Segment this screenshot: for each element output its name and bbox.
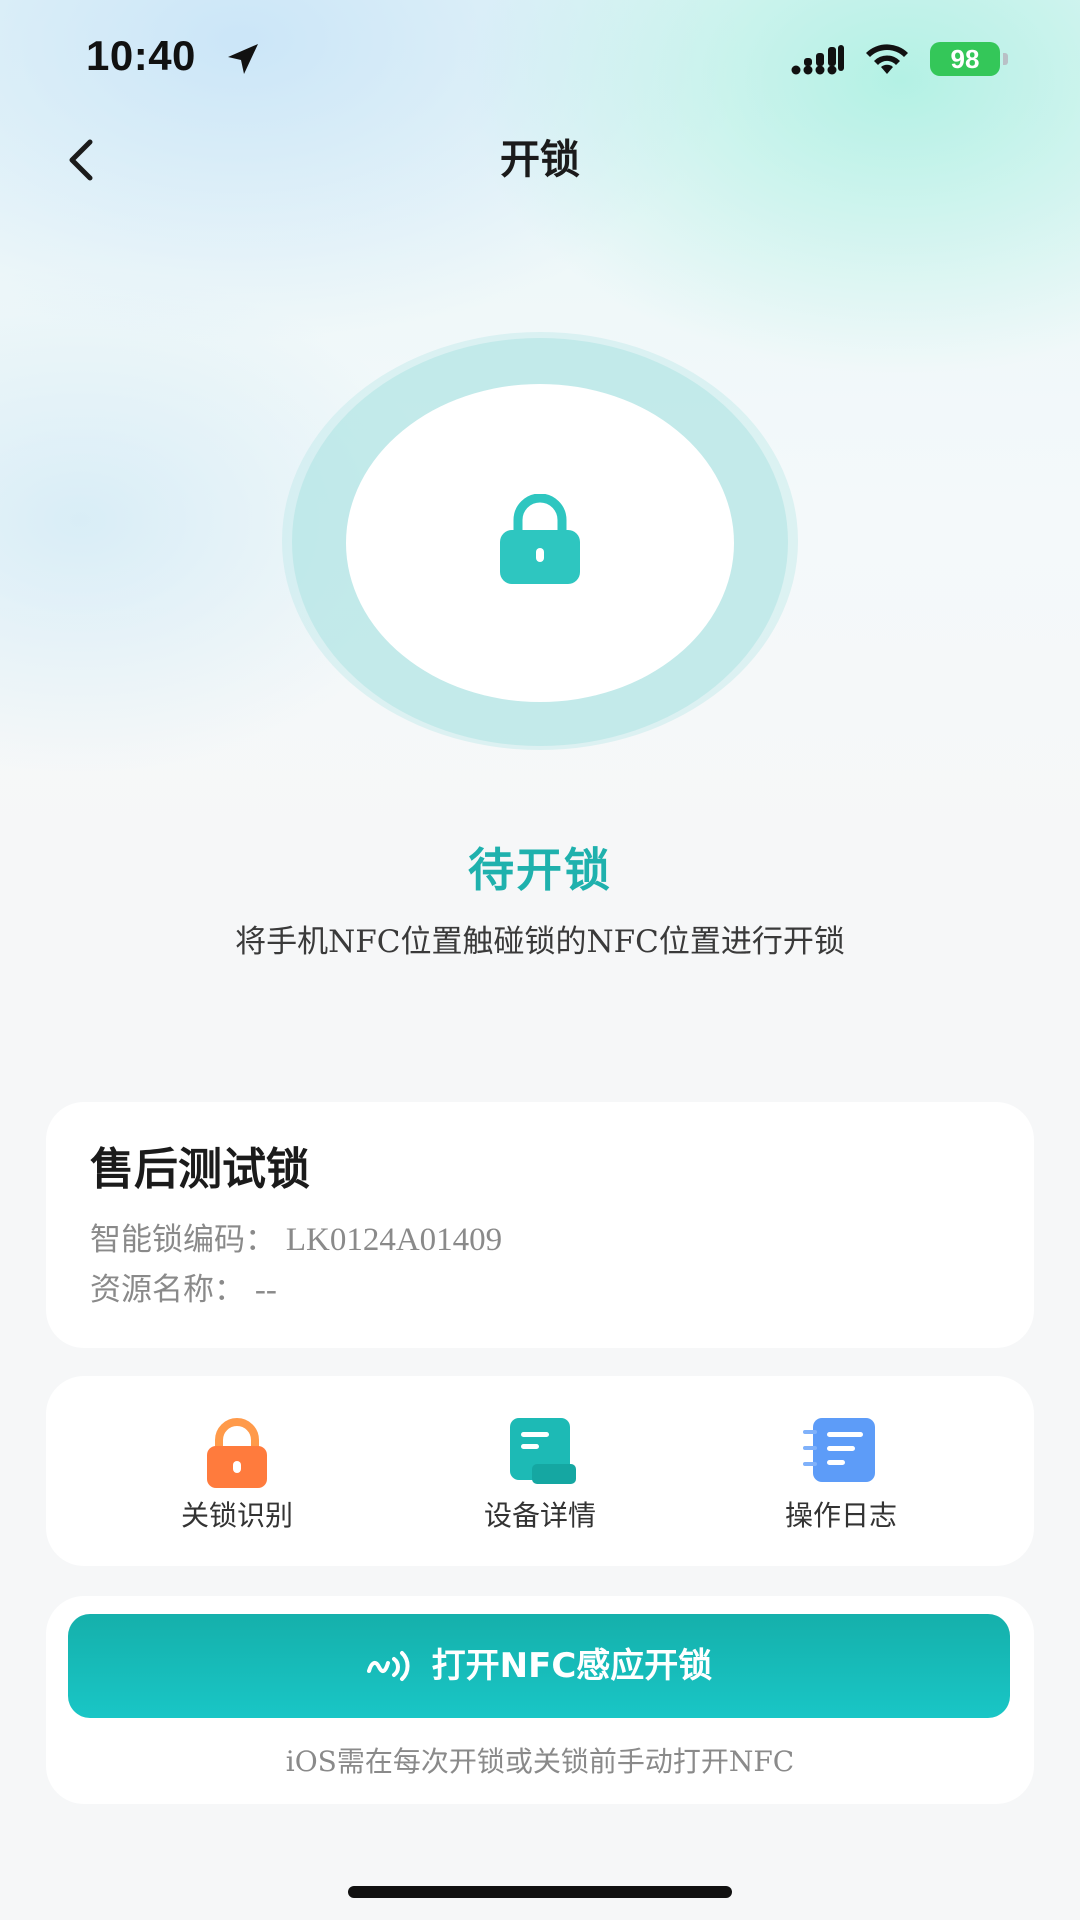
lock-code-row: 智能锁编码： LK0124A01409: [90, 1218, 502, 1262]
nfc-signal-icon: [366, 1651, 410, 1681]
nfc-card: 打开NFC感应开锁 iOS需在每次开锁或关锁前手动打开NFC: [46, 1596, 1034, 1804]
actions-card: 关锁识别 设备详情 操作日志: [46, 1376, 1034, 1566]
lock-name: 售后测试锁: [90, 1144, 310, 1195]
operation-log-button[interactable]: 操作日志: [721, 1416, 961, 1546]
device-details-icon: [510, 1418, 576, 1484]
resource-name-label: 资源名称：: [90, 1272, 245, 1308]
device-details-label: 设备详情: [483, 1499, 596, 1532]
device-details-button[interactable]: 设备详情: [420, 1416, 660, 1546]
home-indicator[interactable]: [348, 1886, 732, 1898]
battery-level: 98: [930, 42, 1000, 76]
lock-info-card: 售后测试锁 智能锁编码： LK0124A01409 资源名称： --: [46, 1102, 1034, 1348]
status-time: 10:40: [86, 32, 196, 79]
battery-tip: [1003, 53, 1008, 65]
close-lock-identify-button[interactable]: 关锁识别: [117, 1416, 357, 1546]
page-title: 开锁: [500, 137, 580, 183]
cellular-signal-icon: [791, 45, 844, 75]
resource-name-value: --: [254, 1272, 277, 1308]
close-lock-identify-label: 关锁识别: [180, 1499, 293, 1532]
wifi-icon: [866, 44, 908, 74]
location-arrow-icon: [228, 44, 258, 74]
resource-name-row: 资源名称： --: [90, 1268, 277, 1312]
operation-log-icon: [803, 1418, 875, 1482]
operation-log-label: 操作日志: [784, 1499, 897, 1532]
open-nfc-unlock-button[interactable]: 打开NFC感应开锁: [68, 1614, 1010, 1718]
open-nfc-unlock-label: 打开NFC感应开锁: [431, 1646, 713, 1686]
open-nfc-unlock-content: 打开NFC感应开锁: [68, 1614, 1010, 1718]
padlock-icon: [500, 494, 580, 584]
lock-code-label: 智能锁编码：: [90, 1222, 276, 1258]
lock-code-value: LK0124A01409: [285, 1222, 503, 1258]
nfc-note: iOS需在每次开锁或关锁前手动打开NFC: [285, 1745, 795, 1778]
status-bar: 10:40 98: [0, 0, 1080, 118]
lock-status: 待开锁: [468, 843, 612, 897]
lock-hint: 将手机NFC位置触碰锁的NFC位置进行开锁: [235, 924, 845, 960]
battery-charging-icon: 98: [930, 42, 1010, 76]
orange-padlock-icon: [207, 1418, 267, 1488]
